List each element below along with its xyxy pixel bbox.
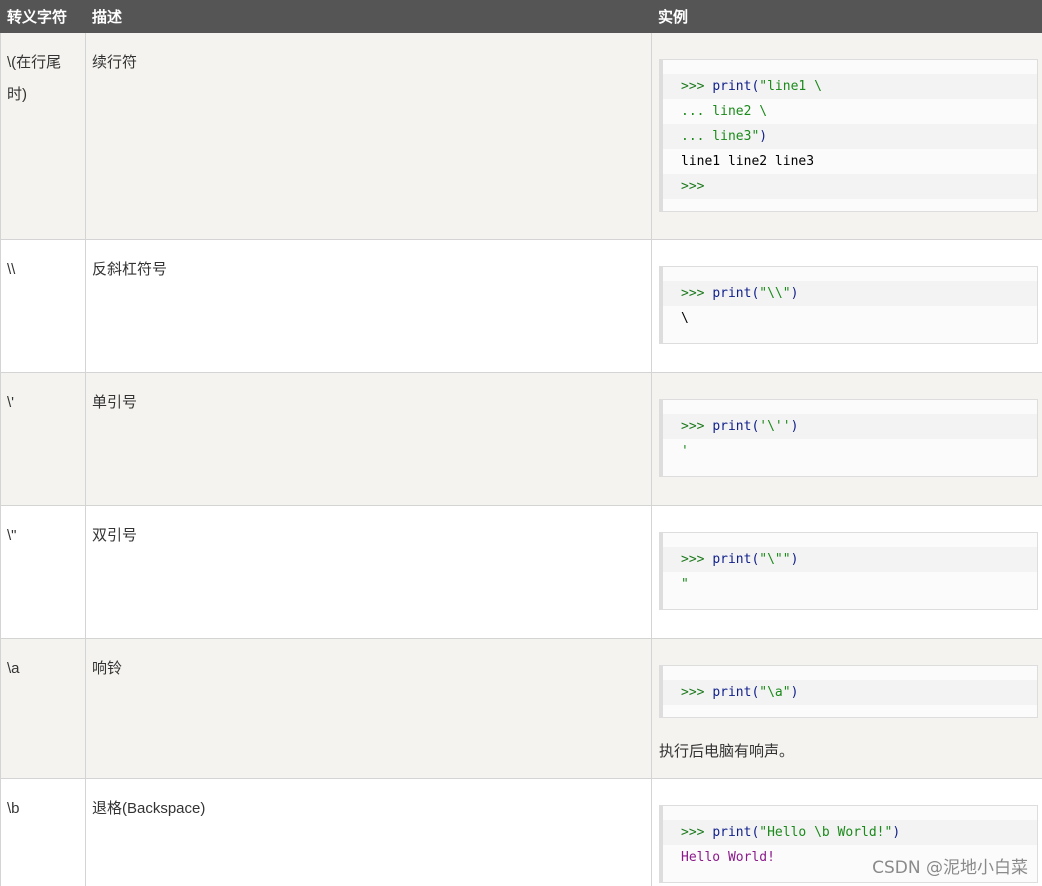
code-block: >>> print('\'') ' <box>659 399 1038 477</box>
code-block: >>> print("line1 \ ... line2 \ ... line3")… <box>659 59 1038 212</box>
code-token: >>> <box>681 685 713 700</box>
code-token: ... line2 \ <box>681 104 768 119</box>
code-token: ) <box>790 685 799 700</box>
table-body: \(在行尾时) 续行符 >>> print("line1 \... line2 \.… <box>0 32 1042 886</box>
escape-char-cell: \a <box>0 638 86 779</box>
code-token: "\a" <box>759 685 791 700</box>
code-token: ) <box>790 286 799 301</box>
table-header-row: 转义字符 描述 实例 <box>0 0 1042 33</box>
code-token: Hello World! <box>681 850 775 865</box>
code-line: ... line2 \ <box>663 99 1037 124</box>
example-cell: >>> print("\\") \ <box>651 239 1042 373</box>
header-escape-char: 转义字符 <box>0 0 86 33</box>
code-token: ) <box>790 552 799 567</box>
code-token: ... line3" <box>681 129 760 144</box>
code-line: \ <box>663 306 1037 331</box>
code-token: " <box>681 577 689 592</box>
code-token: "Hello \b World!" <box>759 825 893 840</box>
description-cell: 反斜杠符号 <box>85 239 652 373</box>
code-block: >>> print("\\") \ <box>659 266 1038 344</box>
code-token: >>> <box>681 825 713 840</box>
table-row: \" 双引号 >>> print("\"") " <box>0 505 1042 639</box>
page-root: 转义字符 描述 实例 \(在行尾时) 续行符 >>> print("line1 \.… <box>0 0 1042 886</box>
header-description: 描述 <box>85 0 652 33</box>
code-token: print( <box>712 286 760 301</box>
code-token: "\"" <box>759 552 791 567</box>
code-line: >>> print("\a") <box>663 680 1037 705</box>
code-token: >>> <box>681 179 705 194</box>
code-line: >>> print("line1 \ <box>663 74 1037 99</box>
code-token: ) <box>892 825 901 840</box>
code-token: print( <box>712 825 760 840</box>
description-cell: 退格(Backspace) <box>85 778 652 886</box>
code-token: >>> <box>681 79 713 94</box>
example-cell: >>> print("\a") 执行后电脑有响声。 <box>651 638 1042 779</box>
description-cell: 响铃 <box>85 638 652 779</box>
code-line: ' <box>663 439 1037 464</box>
code-token: >>> <box>681 552 713 567</box>
code-token: print( <box>712 419 760 434</box>
code-token: >>> <box>681 419 713 434</box>
code-token: ) <box>759 129 768 144</box>
code-line: >>> print("Hello \b World!") <box>663 820 1037 845</box>
table-row: \' 单引号 >>> print('\'') ' <box>0 372 1042 506</box>
header-example: 实例 <box>651 0 1042 33</box>
code-token: print( <box>712 552 760 567</box>
escape-char-cell: \(在行尾时) <box>0 32 86 240</box>
example-cell: >>> print("\"") " <box>651 505 1042 639</box>
code-block: >>> print("\"") " <box>659 532 1038 610</box>
table-row: \\ 反斜杠符号 >>> print("\\") \ <box>0 239 1042 373</box>
code-line: >>> print("\"") <box>663 547 1037 572</box>
code-token: print( <box>712 685 760 700</box>
code-token: "line1 \ <box>759 79 822 94</box>
watermark: CSDN @泥地小白菜 <box>872 858 1028 878</box>
code-token: ' <box>681 444 689 459</box>
example-cell: >>> print("line1 \ ... line2 \ ... line3")… <box>651 32 1042 240</box>
code-token: print( <box>712 79 760 94</box>
code-token: \ <box>681 311 689 326</box>
code-line: >>> <box>663 174 1037 199</box>
example-cell: >>> print('\'') ' <box>651 372 1042 506</box>
example-note: 执行后电脑有响声。 <box>659 743 795 760</box>
code-token: line1 line2 line3 <box>681 154 815 169</box>
table-row: \a 响铃 >>> print("\a") 执行后电脑有响声。 <box>0 638 1042 779</box>
escape-char-cell: \b <box>0 778 86 886</box>
code-line: " <box>663 572 1037 597</box>
code-token: >>> <box>681 286 713 301</box>
table-row: \(在行尾时) 续行符 >>> print("line1 \ ... line2 \.… <box>0 32 1042 240</box>
escape-characters-table: 转义字符 描述 实例 \(在行尾时) 续行符 >>> print("line1 \.… <box>0 0 1042 886</box>
code-line: ... line3") <box>663 124 1037 149</box>
code-token: ) <box>790 419 799 434</box>
code-token: '\'' <box>759 419 791 434</box>
code-token: "\\" <box>759 286 791 301</box>
code-line: >>> print("\\") <box>663 281 1037 306</box>
description-cell: 双引号 <box>85 505 652 639</box>
escape-char-cell: \\ <box>0 239 86 373</box>
description-cell: 续行符 <box>85 32 652 240</box>
code-line: >>> print('\'') <box>663 414 1037 439</box>
description-cell: 单引号 <box>85 372 652 506</box>
escape-char-cell: \" <box>0 505 86 639</box>
escape-char-cell: \' <box>0 372 86 506</box>
code-block: >>> print("\a") <box>659 665 1038 718</box>
code-line: line1 line2 line3 <box>663 149 1037 174</box>
